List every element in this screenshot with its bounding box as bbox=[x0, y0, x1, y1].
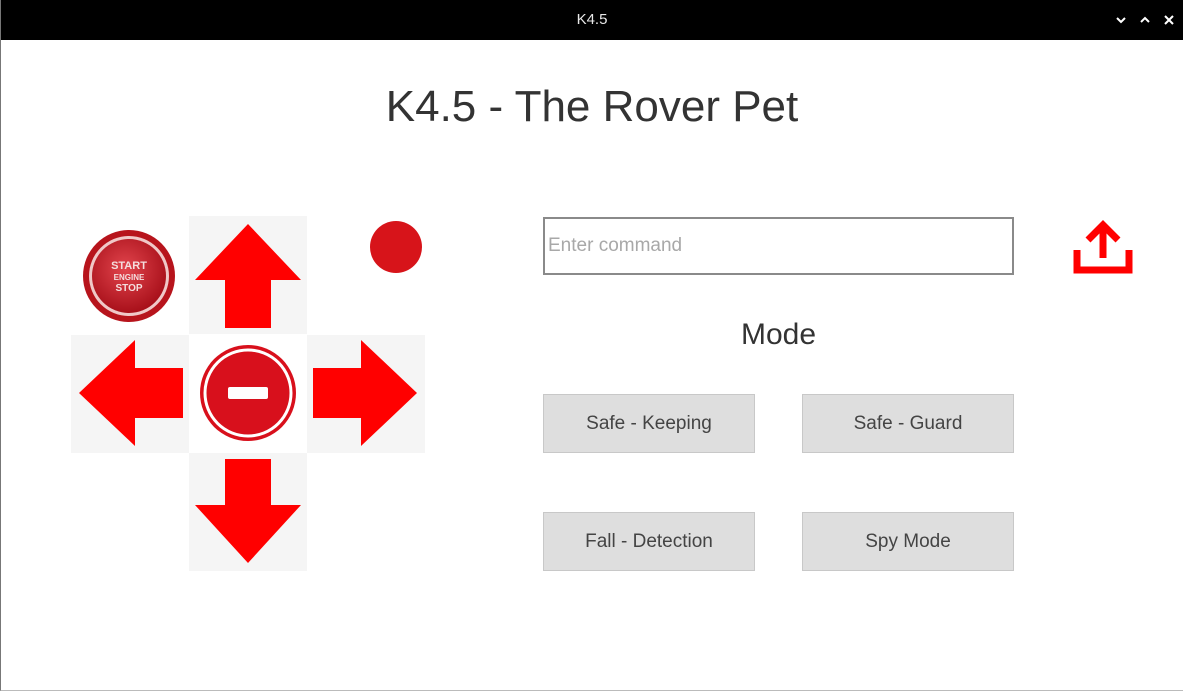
turn-right-button[interactable] bbox=[307, 335, 425, 453]
maximize-button[interactable] bbox=[1137, 12, 1153, 28]
command-input[interactable] bbox=[543, 217, 1014, 275]
mode-label: Mode bbox=[740, 318, 817, 351]
arrow-down-icon bbox=[195, 459, 301, 563]
chevron-down-icon bbox=[1116, 17, 1126, 24]
chevron-up-icon bbox=[1140, 16, 1150, 23]
status-dot-icon bbox=[370, 221, 422, 273]
move-backward-button[interactable] bbox=[189, 453, 307, 571]
window-title: K4.5 bbox=[576, 11, 608, 28]
mode-safe-guard-button[interactable]: Safe - Guard bbox=[802, 394, 1014, 453]
stop-icon bbox=[200, 345, 296, 441]
stop-button[interactable] bbox=[189, 335, 307, 453]
arrow-up-icon bbox=[195, 224, 301, 328]
page-title: K4.5 - The Rover Pet bbox=[385, 82, 799, 131]
start-engine-button[interactable]: START ENGINE STOP bbox=[81, 228, 177, 324]
upload-icon bbox=[1073, 220, 1133, 274]
window-controls bbox=[1113, 0, 1177, 40]
arrow-right-icon bbox=[313, 340, 417, 446]
turn-left-button[interactable] bbox=[71, 335, 189, 453]
mode-fall-detection-button[interactable]: Fall - Detection bbox=[543, 512, 755, 571]
status-indicator bbox=[369, 220, 423, 274]
close-button[interactable] bbox=[1161, 12, 1177, 28]
arrow-left-icon bbox=[79, 340, 183, 446]
mode-safe-keeping-button[interactable]: Safe - Keeping bbox=[543, 394, 755, 453]
move-forward-button[interactable] bbox=[189, 216, 307, 334]
stop-label: STOP bbox=[115, 283, 142, 294]
engine-button-graphic: START ENGINE STOP bbox=[83, 230, 175, 322]
close-icon bbox=[1164, 15, 1174, 25]
send-command-button[interactable] bbox=[1069, 218, 1137, 278]
minimize-button[interactable] bbox=[1113, 12, 1129, 28]
engine-label: ENGINE bbox=[114, 273, 145, 282]
app-window: K4.5 K4.5 - The Rover Pet START ENGINE S… bbox=[0, 0, 1183, 691]
title-bar: K4.5 bbox=[1, 0, 1183, 40]
mode-spy-mode-button[interactable]: Spy Mode bbox=[802, 512, 1014, 571]
start-label: START bbox=[111, 260, 147, 272]
